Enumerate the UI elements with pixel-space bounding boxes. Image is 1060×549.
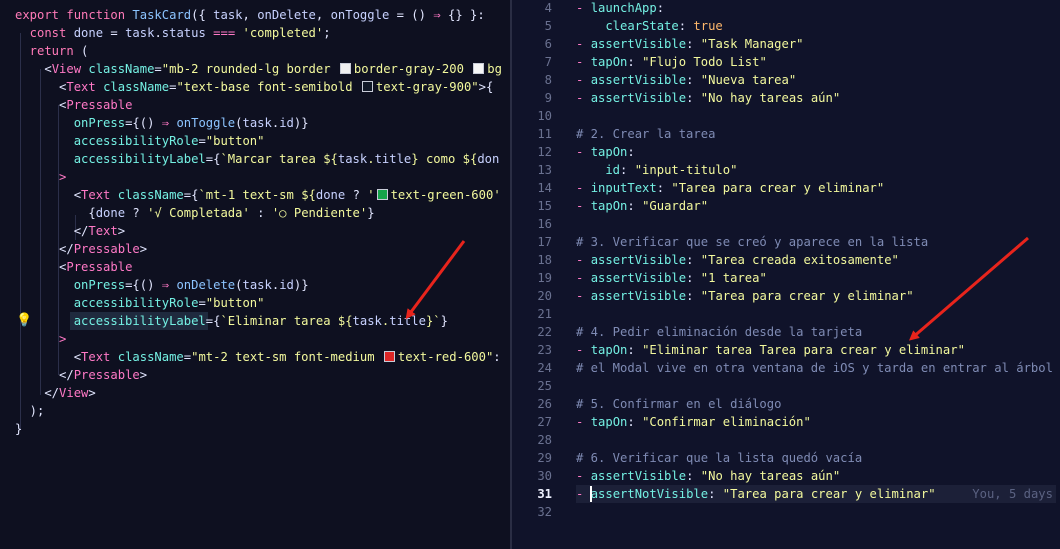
left-red-arrow [405,240,466,320]
annotation-arrows [405,236,1029,341]
right-red-arrow [908,236,1029,341]
